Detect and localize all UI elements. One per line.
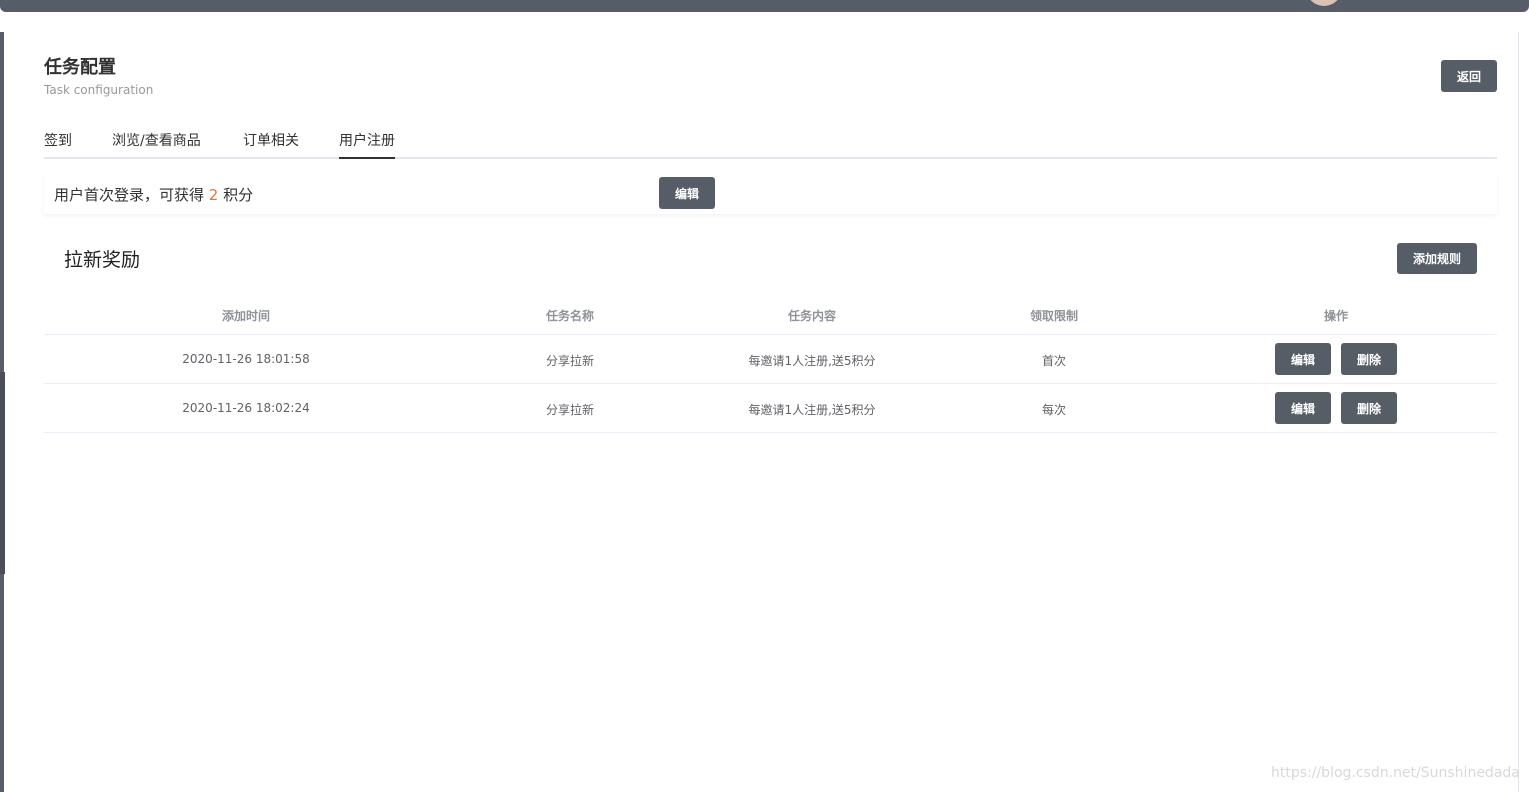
back-button[interactable]: 返回: [1441, 60, 1497, 92]
cell-content: 每邀请1人注册,送5积分: [748, 403, 876, 417]
login-reward-row: 用户首次登录，可获得 2 积分 编辑: [44, 172, 1497, 214]
edit-login-reward-button[interactable]: 编辑: [659, 177, 715, 209]
delete-button[interactable]: 删除: [1341, 392, 1397, 424]
tab-sign-in[interactable]: 签到: [44, 130, 72, 159]
cell-limit: 首次: [1041, 354, 1067, 368]
login-reward-suffix: 积分: [218, 186, 254, 204]
tab-browse-products[interactable]: 浏览/查看商品: [112, 130, 201, 159]
scrollbar-track[interactable]: [1518, 32, 1519, 792]
cell-name: 分享拉新: [545, 354, 595, 368]
cell-time: 2020-11-26 18:01:58: [182, 352, 310, 366]
edit-button[interactable]: 编辑: [1275, 392, 1331, 424]
login-reward-text: 用户首次登录，可获得 2 积分: [54, 184, 253, 205]
table-header: 添加时间 任务名称 任务内容 领取限制 操作: [44, 296, 1497, 335]
cell-content: 每邀请1人注册,送5积分: [748, 354, 876, 368]
tab-orders[interactable]: 订单相关: [243, 130, 299, 159]
table-row: 2020-11-26 18:01:58 分享拉新 每邀请1人注册,送5积分 首次…: [44, 335, 1497, 384]
cell-time: 2020-11-26 18:02:24: [182, 401, 310, 415]
cell-name: 分享拉新: [545, 403, 595, 417]
top-bar: [0, 0, 1529, 12]
rules-table: 添加时间 任务名称 任务内容 领取限制 操作 2020-11-26 18:01:…: [44, 296, 1497, 433]
page-title: 任务配置: [44, 57, 116, 78]
column-header-actions: 操作: [1323, 309, 1349, 323]
add-rule-button[interactable]: 添加规则: [1397, 243, 1477, 274]
column-header-content: 任务内容: [787, 309, 837, 323]
cell-limit: 每次: [1041, 403, 1067, 417]
tab-user-register[interactable]: 用户注册: [339, 130, 395, 159]
column-header-limit: 领取限制: [1029, 309, 1079, 323]
column-header-time: 添加时间: [221, 309, 271, 323]
login-reward-points: 2: [208, 186, 219, 204]
login-reward-prefix: 用户首次登录，可获得: [54, 186, 209, 204]
column-header-name: 任务名称: [545, 309, 595, 323]
edit-button[interactable]: 编辑: [1275, 343, 1331, 375]
delete-button[interactable]: 删除: [1341, 343, 1397, 375]
sidebar-edge-highlight: [0, 372, 5, 574]
watermark: https://blog.csdn.net/Sunshinedada: [1271, 765, 1520, 781]
section-title: 拉新奖励: [64, 249, 141, 271]
page-subtitle: Task configuration: [44, 83, 154, 97]
task-tabs: 签到 浏览/查看商品 订单相关 用户注册: [44, 126, 1497, 159]
table-row: 2020-11-26 18:02:24 分享拉新 每邀请1人注册,送5积分 每次…: [44, 384, 1497, 433]
